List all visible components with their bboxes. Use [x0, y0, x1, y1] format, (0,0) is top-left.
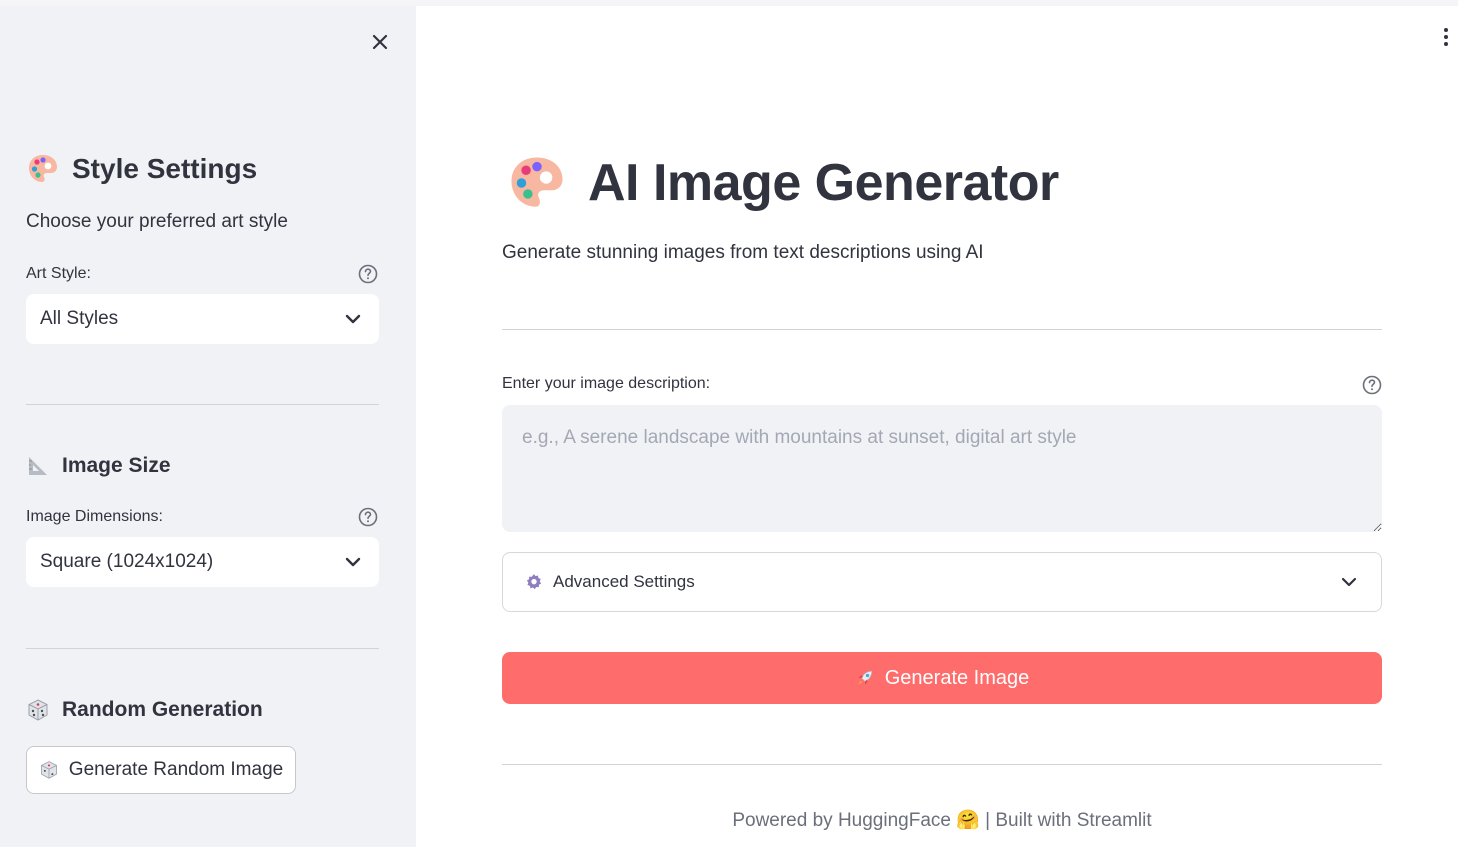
- chevron-down-icon: [1341, 577, 1357, 587]
- sidebar-divider: [26, 404, 379, 405]
- triangular-ruler-icon: [29, 457, 47, 475]
- image-dimensions-label: Image Dimensions:: [26, 508, 163, 525]
- dice-icon: [28, 699, 48, 721]
- help-icon[interactable]: [1362, 375, 1382, 395]
- footer-divider: [502, 764, 1382, 765]
- page-title-text: AI Image Generator: [588, 154, 1059, 212]
- generate-random-image-button[interactable]: Generate Random Image: [26, 746, 296, 794]
- help-icon[interactable]: [358, 264, 378, 284]
- advanced-settings-expander[interactable]: Advanced Settings: [502, 552, 1382, 612]
- main-divider: [502, 329, 1382, 330]
- sidebar-divider: [26, 648, 379, 649]
- image-dimensions-select[interactable]: Square (1024x1024): [26, 537, 379, 587]
- random-generation-heading: Random Generation: [26, 698, 263, 722]
- image-description-input[interactable]: [502, 405, 1382, 532]
- palette-icon: [29, 155, 57, 182]
- dice-icon: [40, 761, 57, 779]
- close-icon: [372, 34, 388, 50]
- art-style-label: Art Style:: [26, 265, 91, 282]
- main-menu-kebab-icon[interactable]: [1436, 26, 1456, 48]
- style-settings-title: Style Settings: [72, 153, 258, 184]
- generate-image-label: Generate Image: [884, 666, 1030, 689]
- art-style-select[interactable]: All Styles: [26, 294, 379, 344]
- image-size-title: Image Size: [62, 454, 171, 477]
- style-settings-description: Choose your preferred art style: [26, 211, 288, 232]
- style-settings-heading: Style Settings: [26, 152, 257, 186]
- generate-random-image-label: Generate Random Image: [68, 759, 284, 780]
- page-title: AI Image Generator: [506, 152, 1059, 214]
- image-dimensions-selected-value: Square (1024x1024): [40, 551, 214, 572]
- gear-icon: [526, 574, 542, 590]
- advanced-settings-label: Advanced Settings: [553, 572, 695, 591]
- chevron-down-icon: [345, 314, 361, 324]
- image-description-label: Enter your image description:: [502, 375, 711, 392]
- footer-text: Powered by HuggingFace 🤗 | Built with St…: [732, 810, 1152, 831]
- sidebar: Style Settings Choose your preferred art…: [0, 6, 416, 847]
- random-generation-title: Random Generation: [62, 698, 263, 721]
- page-subtitle: Generate stunning images from text descr…: [502, 242, 984, 263]
- image-size-heading: Image Size: [26, 454, 171, 478]
- rocket-icon: [858, 670, 872, 685]
- art-style-selected-value: All Styles: [40, 308, 119, 329]
- palette-icon: [511, 157, 563, 207]
- help-icon[interactable]: [358, 507, 378, 527]
- chevron-down-icon: [345, 557, 361, 567]
- close-sidebar-button[interactable]: [366, 28, 394, 56]
- generate-image-button[interactable]: Generate Image: [502, 652, 1382, 704]
